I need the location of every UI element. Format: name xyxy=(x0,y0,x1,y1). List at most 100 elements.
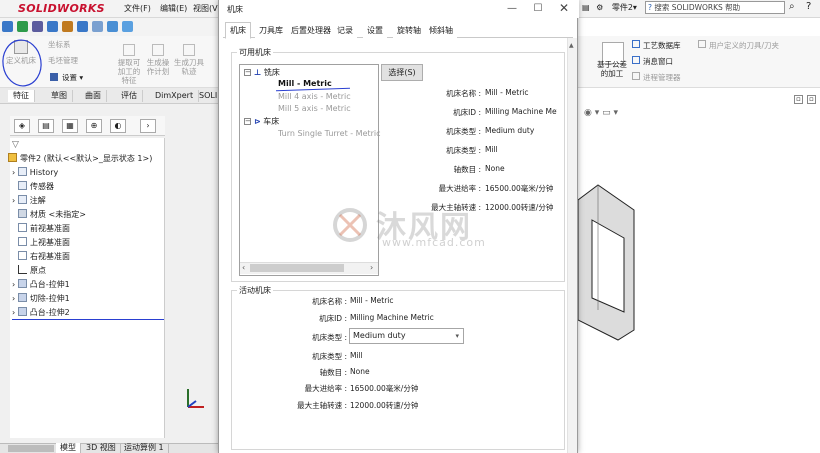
tolerance-machining-button[interactable]: 基于公差的加工 xyxy=(596,60,628,78)
tab-surface[interactable]: 曲面 xyxy=(80,90,107,102)
tree-item-mill-5axis[interactable]: Mill 5 axis - Metric xyxy=(278,104,351,113)
plane-icon xyxy=(18,237,27,246)
tree-item-history[interactable]: › History xyxy=(12,166,172,180)
tab-evaluate[interactable]: 评估 xyxy=(116,90,143,102)
dialog-scrollbar[interactable] xyxy=(567,38,577,453)
tree-item-boss-extrude2[interactable]: › 凸台-拉伸2 xyxy=(12,306,164,320)
active-duty-label: 机床类型 : xyxy=(312,333,347,342)
tab-tool-library[interactable]: 刀具库 xyxy=(255,23,287,38)
tree-item-turn-single[interactable]: Turn Single Turret - Metric xyxy=(278,129,381,138)
expand-lathe-icon[interactable]: − xyxy=(244,118,251,125)
menu-edit[interactable]: 编辑(E) xyxy=(160,3,187,14)
tab-post-processor[interactable]: 后置处理器 xyxy=(287,23,335,38)
tabs-scroll-icon[interactable]: › xyxy=(140,119,156,133)
maximize-view-icon[interactable]: ▫ xyxy=(794,95,803,104)
stock-manager-button[interactable]: 毛坯管理 xyxy=(48,56,100,65)
tree-hscroll-thumb[interactable] xyxy=(250,264,344,272)
process-icon xyxy=(632,72,640,80)
user-tool-button[interactable]: 用户定义的刀具/刀夹 xyxy=(698,40,779,50)
maximize-icon[interactable]: ☐ xyxy=(529,2,547,16)
scroll-up-icon[interactable]: ▲ xyxy=(569,42,574,49)
dimxpert-tab-icon[interactable]: ⊕ xyxy=(86,119,102,133)
rebuild-icon[interactable] xyxy=(92,21,103,32)
save-icon[interactable] xyxy=(32,21,43,32)
tab-sketch[interactable]: 草图 xyxy=(46,90,73,102)
tree-item-mill-metric[interactable]: Mill - Metric xyxy=(278,79,332,88)
settings-icon[interactable]: ⚙ xyxy=(596,3,603,12)
generate-plan-button[interactable]: 生成操作计划 xyxy=(144,44,172,76)
open-icon[interactable] xyxy=(17,21,28,32)
display-tab-icon[interactable]: ◐ xyxy=(110,119,126,133)
tree-item-cut-extrude1[interactable]: › 切除-拉伸1 xyxy=(12,292,172,306)
restore-view-icon[interactable]: ▫ xyxy=(807,95,816,104)
expand-mill-icon[interactable]: − xyxy=(244,69,251,76)
tab-model[interactable]: 模型 xyxy=(56,443,81,453)
setup-button[interactable]: 设置 ▾ xyxy=(50,73,110,82)
tree-item-right-plane[interactable]: 右视基准面 xyxy=(18,250,178,264)
cut-icon xyxy=(17,293,27,302)
print-icon[interactable] xyxy=(47,21,58,32)
options-icon[interactable] xyxy=(107,21,118,32)
menu-view[interactable]: 视图(V) xyxy=(193,3,221,14)
tab-tilt-axis[interactable]: 倾斜轴 xyxy=(425,23,457,38)
view-icon[interactable] xyxy=(122,21,133,32)
scroll-left-icon[interactable]: ‹ xyxy=(242,263,245,272)
tree-root[interactable]: 零件2 (默认<<默认>_显示状态 1>) xyxy=(8,152,168,166)
tab-settings[interactable]: 设置 xyxy=(363,23,387,38)
search-icon[interactable]: ⌕ xyxy=(789,1,795,12)
chevron-down-icon: ▾ xyxy=(455,332,459,340)
tree-item-front-plane[interactable]: 前视基准面 xyxy=(18,222,178,236)
tab-dimxpert[interactable]: DimXpert xyxy=(150,90,200,102)
filter-icon[interactable]: ▽ xyxy=(12,140,19,150)
tree-item-origin[interactable]: 原点 xyxy=(18,264,178,278)
active-axes-label: 轴数目 : xyxy=(319,368,347,377)
generate-toolpath-button[interactable]: 生成刀具轨迹 xyxy=(174,44,204,76)
tab-rotary-axis[interactable]: 旋转轴 xyxy=(393,23,425,38)
feature-tree-tab-icon[interactable]: ◈ xyxy=(14,119,30,133)
appearance-icon[interactable]: ◉ xyxy=(584,108,592,118)
property-tab-icon[interactable]: ▤ xyxy=(38,119,54,133)
machine-duty-select[interactable]: Medium duty ▾ xyxy=(349,328,464,344)
tech-database-button[interactable]: 工艺数据库 xyxy=(632,40,681,50)
active-feed-value: 16500.00毫米/分钟 xyxy=(350,384,419,393)
tree-group-mill[interactable]: ⊥ 铣床 xyxy=(254,67,280,78)
tree-item-sensors[interactable]: 传感器 xyxy=(18,180,178,194)
scroll-right-icon[interactable]: › xyxy=(370,263,373,272)
active-machine-title: 活动机床 xyxy=(237,285,273,296)
tab-motion-study[interactable]: 运动算例 1 xyxy=(120,443,169,453)
tree-item-annotations[interactable]: › 注解 xyxy=(12,194,172,208)
tab-log[interactable]: 记录 xyxy=(333,23,357,38)
select-icon[interactable] xyxy=(77,21,88,32)
tree-item-boss-extrude1[interactable]: › 凸台-拉伸1 xyxy=(12,278,172,292)
dialog-titlebar[interactable] xyxy=(219,0,579,18)
tree-item-top-plane[interactable]: 上视基准面 xyxy=(18,236,178,250)
plane-icon xyxy=(18,251,27,260)
select-button[interactable]: 选择(S) xyxy=(381,64,423,81)
list-icon[interactable]: ▤ xyxy=(582,3,590,12)
tab-machine[interactable]: 机床 xyxy=(225,22,251,39)
tab-features[interactable]: 特征 xyxy=(8,90,35,102)
close-icon[interactable]: ✕ xyxy=(555,2,573,16)
process-manager-button[interactable]: 进程管理器 xyxy=(632,72,681,82)
undo-icon[interactable] xyxy=(62,21,73,32)
tree-group-lathe[interactable]: ⊳ 车床 xyxy=(254,116,279,127)
minimize-icon[interactable]: — xyxy=(503,2,521,16)
bottom-scroll[interactable] xyxy=(8,445,54,452)
coordinate-system-button[interactable]: 坐标系 xyxy=(48,40,96,49)
plane-icon xyxy=(18,223,27,232)
tab-3d-view[interactable]: 3D 视图 xyxy=(82,443,121,453)
display-icon[interactable]: ▭ xyxy=(602,108,611,118)
new-icon[interactable] xyxy=(2,21,13,32)
search-input[interactable]: ? 搜索 SOLIDWORKS 帮助 xyxy=(645,1,785,14)
message-window-button[interactable]: 消息窗口 xyxy=(632,56,673,66)
menu-file[interactable]: 文件(F) xyxy=(124,3,151,14)
tree-item-material[interactable]: 材质 <未指定> xyxy=(18,208,178,222)
prop-value: 16500.00毫米/分钟 xyxy=(485,184,554,193)
tool-icon xyxy=(698,40,706,48)
config-tab-icon[interactable]: ▦ xyxy=(62,119,78,133)
help-question-icon[interactable]: ? xyxy=(806,1,811,12)
tree-item-mill-4axis[interactable]: Mill 4 axis - Metric xyxy=(278,92,351,101)
prop-label: 机床类型 : xyxy=(446,127,481,136)
extrude-icon xyxy=(17,279,27,288)
extract-features-button[interactable]: 提取可加工的特征 xyxy=(116,44,142,85)
